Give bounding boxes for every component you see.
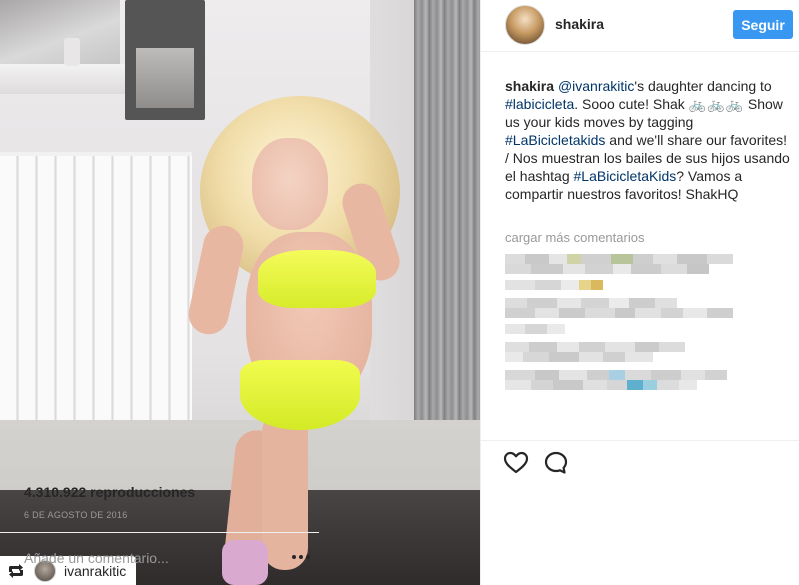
caption-hashtag-labicicletakids[interactable]: #LaBicicletakids [505,132,605,148]
comment-input[interactable] [24,548,274,568]
post-username[interactable]: shakira [555,16,604,32]
background-decoration [0,0,120,70]
comment-icon[interactable] [543,450,569,476]
caption-hashtag-labicicletakids-2[interactable]: #LaBicicletaKids [574,168,677,184]
child-face [252,138,328,230]
child-arm-left [185,222,247,338]
list-item [505,308,775,318]
background-shelf [0,64,135,94]
list-item [505,370,775,380]
avatar[interactable] [505,5,545,45]
background-curtain [414,0,480,455]
view-count: 4.310.922 reproducciones [24,484,196,500]
caption-username[interactable]: shakira [505,78,554,94]
background-radiator [0,152,192,420]
post-panel: shakira Seguir shakira @ivanrakitic's da… [480,0,799,585]
list-item [505,324,775,334]
background-bottle [64,38,80,66]
child-swimsuit-top [258,250,376,308]
list-item [505,280,775,290]
list-item [505,352,775,362]
caption-text: . Sooo cute! Shak [574,96,689,112]
more-options-icon[interactable] [292,550,314,564]
list-item [505,254,775,264]
post-date[interactable]: 6 DE AGOSTO DE 2016 [24,510,128,520]
child-swimsuit-bottom [240,360,360,430]
bicycle-emoji: 🚲🚲🚲 [688,96,744,112]
follow-button[interactable]: Seguir [733,10,793,39]
caption-mention-link[interactable]: @ivanrakitic [558,78,634,94]
load-more-comments-link[interactable]: cargar más comentarios [505,230,644,245]
list-item [505,342,775,352]
post-caption: shakira @ivanrakitic's daughter dancing … [505,77,793,203]
caption-hashtag-labicicleta[interactable]: #labicicleta [505,96,574,112]
list-item [505,264,775,274]
list-item [505,380,775,390]
background-frame-picture [136,48,194,108]
comment-list [505,254,775,390]
caption-text: 's daughter dancing to [634,78,772,94]
heart-icon[interactable] [503,450,529,476]
list-item [505,298,775,308]
